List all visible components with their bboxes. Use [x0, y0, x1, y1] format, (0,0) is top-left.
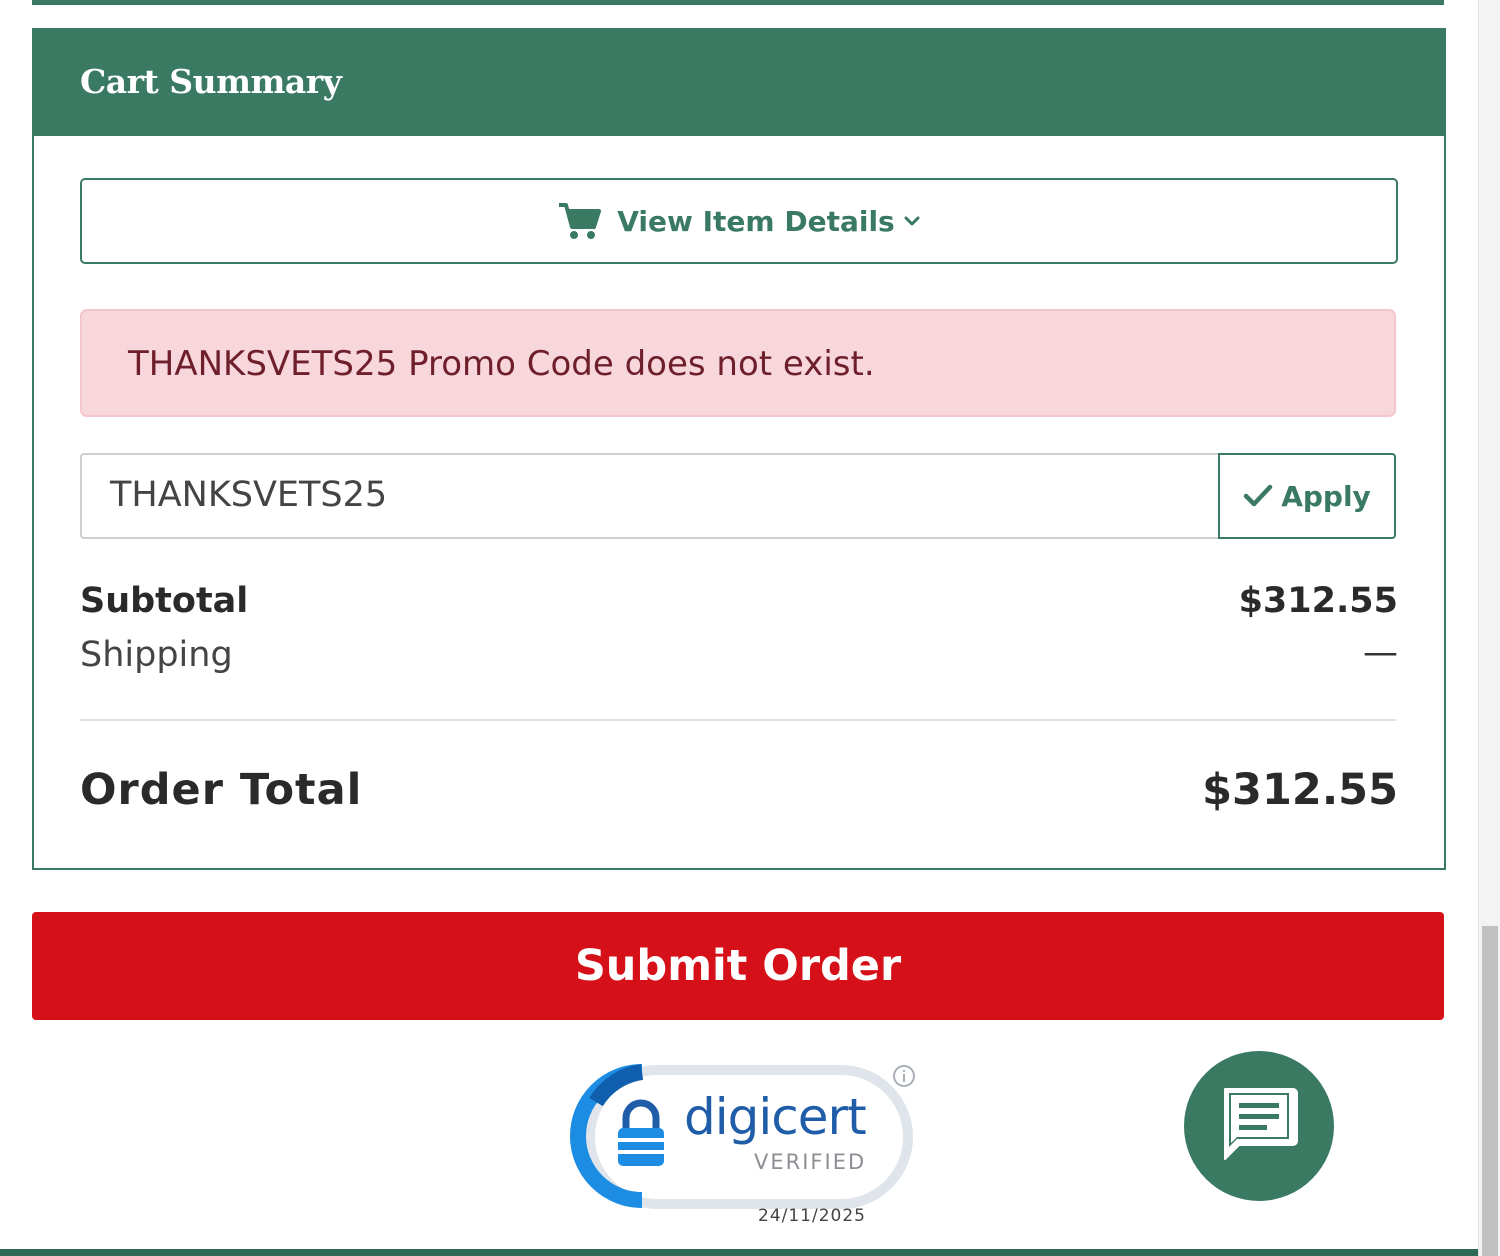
order-total-label: Order Total: [80, 765, 363, 815]
digicert-brand: digicert: [684, 1088, 867, 1146]
shopping-cart-icon: [557, 201, 602, 241]
cart-summary-header: Cart Summary: [32, 28, 1446, 136]
promo-error-alert: THANKSVETS25 Promo Code does not exist.: [80, 309, 1396, 417]
check-icon: [1243, 483, 1273, 509]
promo-code-input[interactable]: THANKSVETS25: [80, 453, 1220, 539]
digicert-seal[interactable]: digicert VERIFIED 24/11/2025: [568, 1062, 920, 1232]
chat-button[interactable]: [1184, 1051, 1334, 1201]
promo-code-value: THANKSVETS25: [110, 475, 388, 515]
submit-order-label: Submit Order: [574, 941, 902, 991]
cart-summary-title: Cart Summary: [80, 62, 342, 101]
digicert-date: 24/11/2025: [758, 1206, 866, 1226]
totals-divider: [80, 719, 1396, 721]
bottom-divider: [0, 1249, 1478, 1256]
subtotal-label: Subtotal: [80, 581, 249, 621]
chat-icon: [1217, 1083, 1301, 1169]
cart-summary-panel: Cart Summary View Item Details THANKSVET…: [32, 28, 1446, 870]
apply-promo-button[interactable]: Apply: [1218, 453, 1396, 539]
promo-error-message: THANKSVETS25 Promo Code does not exist.: [128, 344, 875, 384]
chevron-down-icon: [903, 214, 921, 228]
digicert-verified-text: VERIFIED: [754, 1150, 867, 1174]
submit-order-button[interactable]: Submit Order: [32, 912, 1444, 1020]
shipping-label: Shipping: [80, 635, 233, 675]
subtotal-value: $312.55: [1238, 581, 1398, 621]
order-total-value: $312.55: [1202, 765, 1398, 815]
view-item-details-button[interactable]: View Item Details: [80, 178, 1398, 264]
scrollbar-thumb[interactable]: [1482, 926, 1498, 1256]
view-item-details-label: View Item Details: [617, 204, 895, 238]
apply-label: Apply: [1281, 479, 1371, 513]
shipping-value: —: [1363, 633, 1398, 673]
top-divider: [32, 0, 1444, 5]
